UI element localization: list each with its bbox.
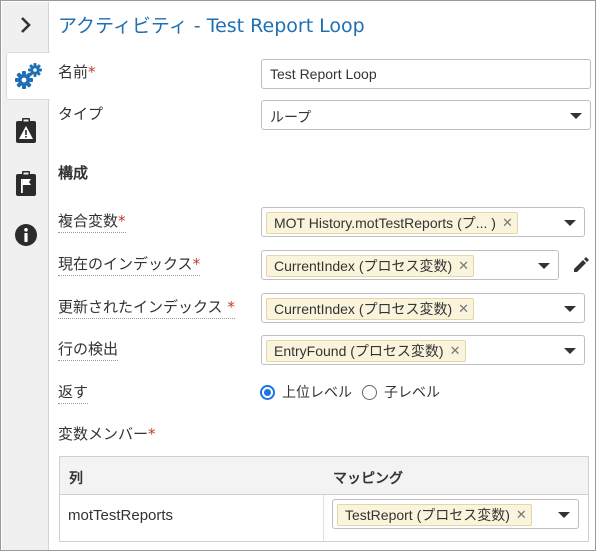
close-icon[interactable]: ✕ [502, 215, 513, 231]
row-found-select[interactable]: EntryFound (プロセス変数) ✕ [261, 335, 585, 365]
mapping-select[interactable]: TestReport (プロセス変数) ✕ [332, 499, 579, 529]
updated-index-label: 更新されたインデックス * [58, 296, 235, 319]
mapping-chip-text: TestReport (プロセス変数) [345, 507, 510, 523]
close-icon[interactable]: ✕ [450, 343, 461, 359]
section-title: 構成 [58, 164, 89, 182]
type-label: タイプ [58, 105, 104, 123]
current-index-label-text: 現在のインデックス [58, 255, 193, 273]
chevron-down-icon [564, 348, 576, 354]
sidebar-item-warning[interactable] [2, 108, 49, 154]
chevron-right-icon [20, 17, 31, 33]
row-found-chip-text: EntryFound (プロセス変数) [274, 343, 444, 359]
table-header: 列 マッピング [60, 457, 588, 495]
required-mark: * [118, 212, 126, 230]
name-label: 名前* [58, 61, 96, 82]
return-label-text: 返す [58, 383, 89, 404]
radio-child-level[interactable] [362, 384, 377, 400]
collection-select[interactable]: MOT History.motTestReports (プ... ) ✕ [261, 207, 585, 237]
row-found-label: 行の検出 [58, 338, 119, 361]
radio-parent-level[interactable] [260, 384, 275, 400]
column-header-column: 列 [69, 471, 83, 487]
required-mark: * [148, 425, 156, 443]
updated-index-select[interactable]: CurrentIndex (プロセス変数) ✕ [261, 293, 585, 323]
member-label: 変数メンバー* [58, 423, 156, 444]
updated-index-chip-text: CurrentIndex (プロセス変数) [274, 301, 453, 317]
flag-icon [15, 171, 36, 196]
collection-label: 複合変数* [58, 210, 126, 233]
return-radio-group: 上位レベル 子レベル [260, 382, 440, 402]
type-select[interactable]: ループ [261, 100, 591, 130]
sidebar [2, 2, 50, 550]
activity-panel: アクティビティ - Test Report Loop 名前* Test Repo… [0, 0, 596, 551]
close-icon[interactable]: ✕ [458, 301, 469, 317]
required-mark: * [192, 255, 201, 273]
info-icon [14, 224, 37, 246]
member-label-text: 変数メンバー [58, 425, 149, 443]
updated-index-label-text: 更新されたインデックス [58, 298, 223, 316]
chevron-down-icon [538, 263, 550, 269]
type-value: ループ [270, 109, 312, 125]
name-label-text: 名前 [58, 63, 89, 81]
name-field[interactable]: Test Report Loop [261, 59, 591, 89]
clipboard-warning-icon [15, 118, 36, 143]
row-found-label-text: 行の検出 [58, 340, 119, 361]
collapse-button[interactable] [2, 2, 49, 48]
pencil-icon[interactable] [572, 256, 590, 274]
column-divider [323, 495, 324, 541]
mapping-table: 列 マッピング motTestReports TestReport (プロセス変… [59, 456, 589, 542]
current-index-chip-text: CurrentIndex (プロセス変数) [274, 258, 453, 274]
current-index-label: 現在のインデックス* [58, 253, 201, 276]
sidebar-item-info[interactable] [2, 212, 49, 258]
collection-chip: MOT History.motTestReports (プ... ) ✕ [266, 212, 518, 234]
collection-chip-text: MOT History.motTestReports (プ... ) [274, 215, 496, 231]
chevron-down-icon [570, 113, 582, 119]
row-column-name: motTestReports [68, 507, 174, 524]
chevron-down-icon [564, 220, 576, 226]
current-index-chip: CurrentIndex (プロセス変数) ✕ [266, 255, 475, 277]
sidebar-item-flag[interactable] [2, 161, 49, 207]
current-index-select[interactable]: CurrentIndex (プロセス変数) ✕ [261, 250, 559, 280]
radio-child-level-label[interactable]: 子レベル [384, 382, 440, 402]
mapping-chip: TestReport (プロセス変数) ✕ [337, 504, 532, 526]
sidebar-item-settings[interactable] [6, 52, 50, 100]
required-mark: * [88, 63, 96, 81]
chevron-down-icon [558, 512, 570, 518]
radio-parent-level-label[interactable]: 上位レベル [282, 382, 352, 402]
gears-icon [14, 63, 42, 89]
updated-index-chip: CurrentIndex (プロセス変数) ✕ [266, 298, 475, 320]
return-label: 返す [58, 381, 89, 404]
required-mark: * [227, 298, 235, 316]
name-value: Test Report Loop [270, 66, 377, 82]
close-icon[interactable]: ✕ [516, 507, 527, 523]
close-icon[interactable]: ✕ [458, 258, 469, 274]
chevron-down-icon [564, 306, 576, 312]
page-title: アクティビティ - Test Report Loop [58, 15, 365, 37]
column-header-mapping: マッピング [333, 471, 403, 487]
row-found-chip: EntryFound (プロセス変数) ✕ [266, 340, 466, 362]
collection-label-text: 複合変数 [58, 212, 119, 230]
